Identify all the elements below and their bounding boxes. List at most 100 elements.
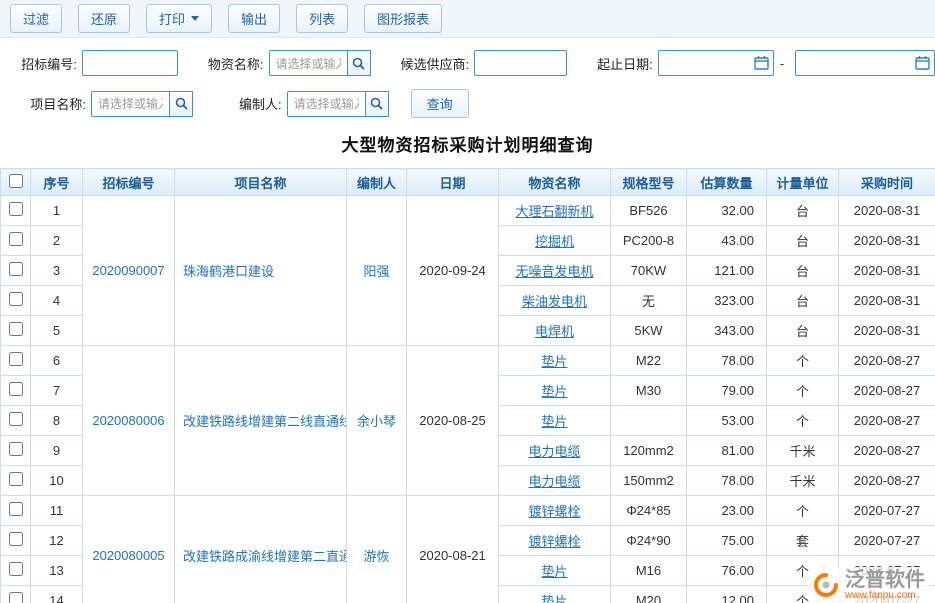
ptime-cell: 2020-08-27 xyxy=(839,406,935,436)
export-button[interactable]: 输出 xyxy=(228,4,280,33)
material-cell[interactable]: 垫片 xyxy=(499,346,611,376)
row-checkbox[interactable] xyxy=(9,412,23,426)
row-checkbox[interactable] xyxy=(9,532,23,546)
material-cell[interactable]: 垫片 xyxy=(499,586,611,603)
calendar-icon[interactable] xyxy=(915,55,930,70)
seq-cell: 1 xyxy=(31,196,83,226)
material-cell[interactable]: 挖掘机 xyxy=(499,226,611,256)
unit-cell: 台 xyxy=(767,256,839,286)
unit-cell: 千米 xyxy=(767,436,839,466)
material-cell[interactable]: 电力电缆 xyxy=(499,466,611,496)
material-label: 物资名称: xyxy=(208,54,264,73)
qty-cell: 12.00 xyxy=(687,586,767,603)
watermark-brand: 泛普软件 xyxy=(845,569,925,591)
spec-cell: Φ24*85 xyxy=(611,496,687,526)
bid-no-input[interactable] xyxy=(82,50,178,76)
checkbox-cell xyxy=(1,556,31,586)
project-search-button[interactable] xyxy=(169,91,193,117)
end-date-field xyxy=(795,50,935,76)
material-cell[interactable]: 垫片 xyxy=(499,376,611,406)
material-cell[interactable]: 垫片 xyxy=(499,406,611,436)
material-cell[interactable]: 柴油发电机 xyxy=(499,286,611,316)
row-checkbox[interactable] xyxy=(9,292,23,306)
material-input[interactable] xyxy=(269,50,347,76)
project-cell[interactable]: 珠海鹤港口建设 xyxy=(175,196,347,346)
unit-cell: 台 xyxy=(767,196,839,226)
material-cell[interactable]: 垫片 xyxy=(499,556,611,586)
start-date-field xyxy=(658,50,774,76)
header-project: 项目名称 xyxy=(175,169,347,196)
search-icon xyxy=(352,57,365,70)
row-checkbox[interactable] xyxy=(9,382,23,396)
spec-cell: M30 xyxy=(611,376,687,406)
spec-cell: 120mm2 xyxy=(611,436,687,466)
unit-cell: 台 xyxy=(767,286,839,316)
row-checkbox[interactable] xyxy=(9,322,23,336)
row-checkbox[interactable] xyxy=(9,262,23,276)
row-checkbox[interactable] xyxy=(9,232,23,246)
author-search-button[interactable] xyxy=(365,91,389,117)
ptime-cell: 2020-08-31 xyxy=(839,256,935,286)
supplier-input[interactable] xyxy=(474,50,567,76)
project-input[interactable] xyxy=(91,91,169,117)
material-cell[interactable]: 无噪音发电机 xyxy=(499,256,611,286)
seq-cell: 13 xyxy=(31,556,83,586)
restore-button[interactable]: 还原 xyxy=(78,4,130,33)
bid-no-cell[interactable]: 2020090007 xyxy=(83,196,175,346)
project-cell[interactable]: 改建铁路线增建第二线直通线 xyxy=(175,346,347,496)
author-input[interactable] xyxy=(287,91,365,117)
material-cell[interactable]: 大理石翻新机 xyxy=(499,196,611,226)
supplier-label: 候选供应商: xyxy=(401,54,470,73)
spec-cell: 70KW xyxy=(611,256,687,286)
filter-button[interactable]: 过滤 xyxy=(10,4,62,33)
header-ptime: 采购时间 xyxy=(839,169,935,196)
row-checkbox[interactable] xyxy=(9,502,23,516)
seq-cell: 11 xyxy=(31,496,83,526)
list-button[interactable]: 列表 xyxy=(296,4,348,33)
table-header-row: 序号 招标编号 项目名称 编制人 日期 物资名称 规格型号 估算数量 计量单位 … xyxy=(1,169,935,196)
checkbox-cell xyxy=(1,376,31,406)
seq-cell: 10 xyxy=(31,466,83,496)
qty-cell: 53.00 xyxy=(687,406,767,436)
qty-cell: 343.00 xyxy=(687,316,767,346)
row-checkbox[interactable] xyxy=(9,472,23,486)
print-button[interactable]: 打印 xyxy=(146,4,212,33)
unit-cell: 台 xyxy=(767,316,839,346)
bid-no-cell[interactable]: 2020080006 xyxy=(83,346,175,496)
material-cell[interactable]: 镀锌螺栓 xyxy=(499,526,611,556)
filter-row-2: 项目名称: 编制人: 查询 xyxy=(14,89,935,118)
material-cell[interactable]: 电焊机 xyxy=(499,316,611,346)
watermark: 泛普软件 www.fanpu.com xyxy=(809,567,929,603)
checkbox-cell xyxy=(1,496,31,526)
select-all-checkbox[interactable] xyxy=(9,174,23,188)
material-search-button[interactable] xyxy=(347,50,371,76)
graph-report-button[interactable]: 图形报表 xyxy=(364,4,442,33)
unit-cell: 个 xyxy=(767,406,839,436)
seq-cell: 7 xyxy=(31,376,83,406)
header-date: 日期 xyxy=(407,169,499,196)
row-checkbox[interactable] xyxy=(9,352,23,366)
header-qty: 估算数量 xyxy=(687,169,767,196)
date-cell: 2020-08-25 xyxy=(407,346,499,496)
results-table: 序号 招标编号 项目名称 编制人 日期 物资名称 规格型号 估算数量 计量单位 … xyxy=(0,168,935,603)
filter-button-label: 过滤 xyxy=(23,9,49,28)
calendar-icon[interactable] xyxy=(754,55,769,70)
qty-cell: 79.00 xyxy=(687,376,767,406)
seq-cell: 3 xyxy=(31,256,83,286)
project-cell[interactable]: 改建铁路成渝线增建第二直通 xyxy=(175,496,347,603)
filter-row-1: 招标编号: 物资名称: 候选供应商: 起止日期: - xyxy=(14,50,935,76)
seq-cell: 12 xyxy=(31,526,83,556)
material-cell[interactable]: 电力电缆 xyxy=(499,436,611,466)
row-checkbox[interactable] xyxy=(9,592,23,603)
bid-no-cell[interactable]: 2020080005 xyxy=(83,496,175,603)
row-checkbox[interactable] xyxy=(9,442,23,456)
date-cell: 2020-09-24 xyxy=(407,196,499,346)
query-button[interactable]: 查询 xyxy=(411,89,469,118)
select-all-cell xyxy=(1,169,31,196)
material-cell[interactable]: 镀锌螺栓 xyxy=(499,496,611,526)
qty-cell: 78.00 xyxy=(687,466,767,496)
row-checkbox[interactable] xyxy=(9,562,23,576)
row-checkbox[interactable] xyxy=(9,202,23,216)
ptime-cell: 2020-08-31 xyxy=(839,316,935,346)
table-row: 6 2020080006 改建铁路线增建第二线直通线 余小琴 2020-08-2… xyxy=(1,346,935,376)
